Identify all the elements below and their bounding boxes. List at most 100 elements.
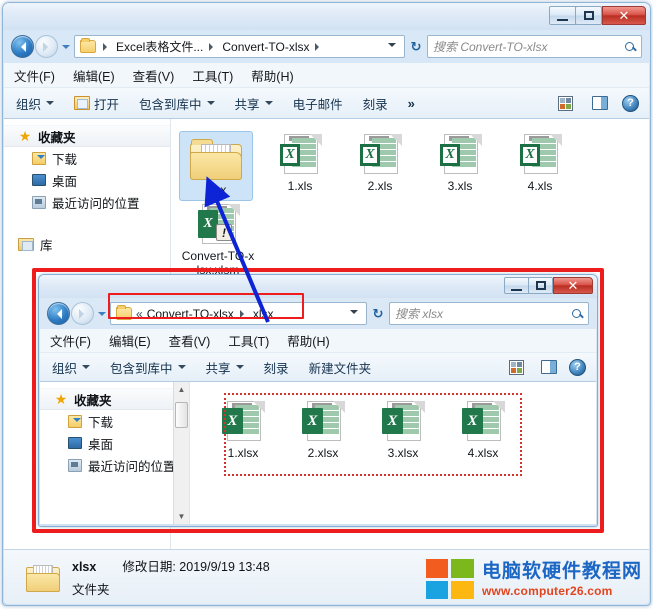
menu-file[interactable]: 文件(F): [14, 66, 55, 85]
inner-sidebar-item-favorites[interactable]: ★ 收藏夹: [40, 388, 189, 410]
menu-edit[interactable]: 编辑(E): [73, 66, 115, 85]
preview-pane-icon[interactable]: [541, 360, 557, 374]
inner-command-bar-right: ?: [509, 358, 596, 376]
inner-burn-button[interactable]: 刻录: [264, 358, 289, 377]
scroll-up-icon[interactable]: ▲: [178, 382, 186, 397]
more-commands-button[interactable]: »: [408, 96, 415, 111]
inner-file-item-1-xlsx[interactable]: X 1.xlsx: [204, 398, 282, 460]
scrollbar-thumb[interactable]: [175, 402, 188, 428]
inner-forward-button[interactable]: [71, 302, 94, 325]
details-text: xlsx 修改日期: 2019/9/19 13:48 文件夹: [72, 556, 270, 598]
file-name: xlsx: [205, 183, 227, 197]
breadcrumb-item-0[interactable]: Excel表格文件...: [115, 38, 204, 55]
inner-breadcrumb-item-0[interactable]: Convert-TO-xlsx: [146, 307, 235, 321]
menu-view[interactable]: 查看(V): [133, 66, 175, 85]
open-button[interactable]: 打开: [74, 94, 119, 113]
share-button[interactable]: 共享: [235, 94, 273, 113]
organize-button[interactable]: 组织: [16, 94, 55, 113]
outer-close-button[interactable]: ✕: [602, 6, 646, 25]
inner-sidebar-item-downloads[interactable]: 下载: [40, 410, 189, 432]
outer-minimize-button[interactable]: [549, 6, 576, 25]
help-icon[interactable]: ?: [622, 94, 639, 112]
change-view-icon[interactable]: [509, 359, 524, 375]
inner-minimize-button[interactable]: [504, 277, 529, 294]
inner-downloads-label: 下载: [88, 415, 114, 430]
breadcrumb-item-1[interactable]: Convert-TO-xlsx: [221, 40, 310, 54]
help-icon[interactable]: ?: [569, 358, 586, 376]
inner-file-item-4-xlsx[interactable]: X 4.xlsx: [444, 398, 522, 460]
refresh-button[interactable]: ↻: [405, 35, 427, 58]
inner-maximize-button[interactable]: [528, 277, 553, 294]
file-item-2-xls[interactable]: X 2.xls: [341, 131, 419, 201]
outer-search-box[interactable]: 搜索 Convert-TO-xlsx: [427, 35, 642, 58]
inner-menu-view[interactable]: 查看(V): [169, 331, 211, 350]
file-name: 1.xlsx: [227, 446, 259, 460]
file-item-1-xls[interactable]: X 1.xls: [261, 131, 339, 201]
inner-search-input[interactable]: 搜索 xlsx: [395, 305, 572, 322]
libraries-label: 库: [40, 238, 53, 253]
change-view-icon[interactable]: [558, 95, 573, 111]
preview-pane-icon[interactable]: [592, 96, 608, 110]
inner-menu-help[interactable]: 帮助(H): [287, 331, 329, 350]
chevron-down-icon: [46, 100, 55, 109]
inner-address-bar[interactable]: « Convert-TO-xlsx xlsx: [110, 302, 367, 325]
inner-file-item-2-xlsx[interactable]: X 2.xlsx: [284, 398, 362, 460]
include-in-library-button[interactable]: 包含到库中: [139, 94, 215, 113]
inner-menu-edit[interactable]: 编辑(E): [109, 331, 151, 350]
inner-share-button[interactable]: 共享: [206, 358, 244, 377]
inner-sidebar-item-desktop[interactable]: 桌面: [40, 432, 189, 454]
folder-icon: [26, 562, 60, 592]
inner-sidebar-item-recent-places[interactable]: 最近访问的位置: [40, 454, 189, 476]
excel-file-icon: X: [518, 132, 562, 176]
outer-title-bar: ✕: [3, 3, 650, 30]
outer-window-controls: ✕: [549, 6, 646, 25]
outer-address-bar[interactable]: Excel表格文件... Convert-TO-xlsx: [74, 35, 405, 58]
inner-file-list[interactable]: X 1.xlsx X 2.xlsx X 3.xlsx X 4.xlsx: [190, 382, 596, 524]
menu-tools[interactable]: 工具(T): [192, 66, 233, 85]
sidebar-item-desktop[interactable]: 桌面: [4, 169, 170, 191]
inner-nav-scrollbar[interactable]: ▲ ▼: [173, 382, 189, 524]
back-button[interactable]: [11, 35, 34, 58]
inner-favorites-label: 收藏夹: [74, 393, 112, 408]
inner-file-item-3-xlsx[interactable]: X 3.xlsx: [364, 398, 442, 460]
file-item-4-xls[interactable]: X 4.xls: [501, 131, 579, 201]
new-folder-button[interactable]: 新建文件夹: [309, 358, 372, 377]
inner-breadcrumb-item-1[interactable]: xlsx: [252, 307, 275, 321]
inner-recent-pages-chevron-down-icon[interactable]: [98, 311, 106, 320]
inner-organize-button[interactable]: 组织: [52, 358, 91, 377]
burn-button[interactable]: 刻录: [363, 94, 388, 113]
excel-xlsx-file-icon: X: [461, 399, 505, 443]
file-item-xlsx-folder[interactable]: xlsx: [179, 131, 253, 201]
breadcrumb-separator-icon: [315, 43, 323, 51]
outer-maximize-button[interactable]: [575, 6, 602, 25]
file-item-convert-to-xlsx-xlsm[interactable]: X! Convert-TO-xlsx.xlsm: [179, 201, 257, 277]
sidebar-item-libraries[interactable]: 库: [4, 233, 170, 255]
recent-pages-chevron-down-icon[interactable]: [62, 44, 70, 53]
breadcrumb-separator-icon: [209, 43, 217, 51]
file-name: 4.xlsx: [467, 446, 499, 460]
inner-recent-places-label: 最近访问的位置: [88, 459, 176, 474]
sidebar-item-recent-places[interactable]: 最近访问的位置: [4, 191, 170, 213]
sidebar-item-downloads[interactable]: 下载: [4, 147, 170, 169]
outer-search-input[interactable]: 搜索 Convert-TO-xlsx: [433, 38, 625, 55]
file-item-3-xls[interactable]: X 3.xls: [421, 131, 499, 201]
email-button[interactable]: 电子邮件: [293, 94, 343, 113]
breadcrumb-overflow-icon[interactable]: «: [136, 307, 143, 321]
inner-refresh-button[interactable]: ↻: [367, 302, 389, 325]
sidebar-item-favorites[interactable]: ★ 收藏夹: [4, 125, 170, 147]
scroll-down-icon[interactable]: ▼: [178, 509, 186, 524]
inner-back-button[interactable]: [47, 302, 70, 325]
inner-include-in-library-button[interactable]: 包含到库中: [110, 358, 186, 377]
inner-close-button[interactable]: ✕: [553, 277, 593, 294]
menu-help[interactable]: 帮助(H): [251, 66, 293, 85]
open-folder-icon: [74, 96, 91, 110]
file-name: 1.xls: [287, 179, 313, 193]
inner-file-grid: X 1.xlsx X 2.xlsx X 3.xlsx X 4.xlsx: [190, 382, 596, 460]
inner-search-box[interactable]: 搜索 xlsx: [389, 302, 589, 325]
inner-address-chevron-down-icon[interactable]: [350, 309, 358, 318]
inner-menu-file[interactable]: 文件(F): [50, 331, 91, 350]
address-chevron-down-icon[interactable]: [388, 42, 396, 51]
inner-menu-tools[interactable]: 工具(T): [228, 331, 269, 350]
open-label: 打开: [94, 97, 120, 112]
forward-button[interactable]: [35, 35, 58, 58]
